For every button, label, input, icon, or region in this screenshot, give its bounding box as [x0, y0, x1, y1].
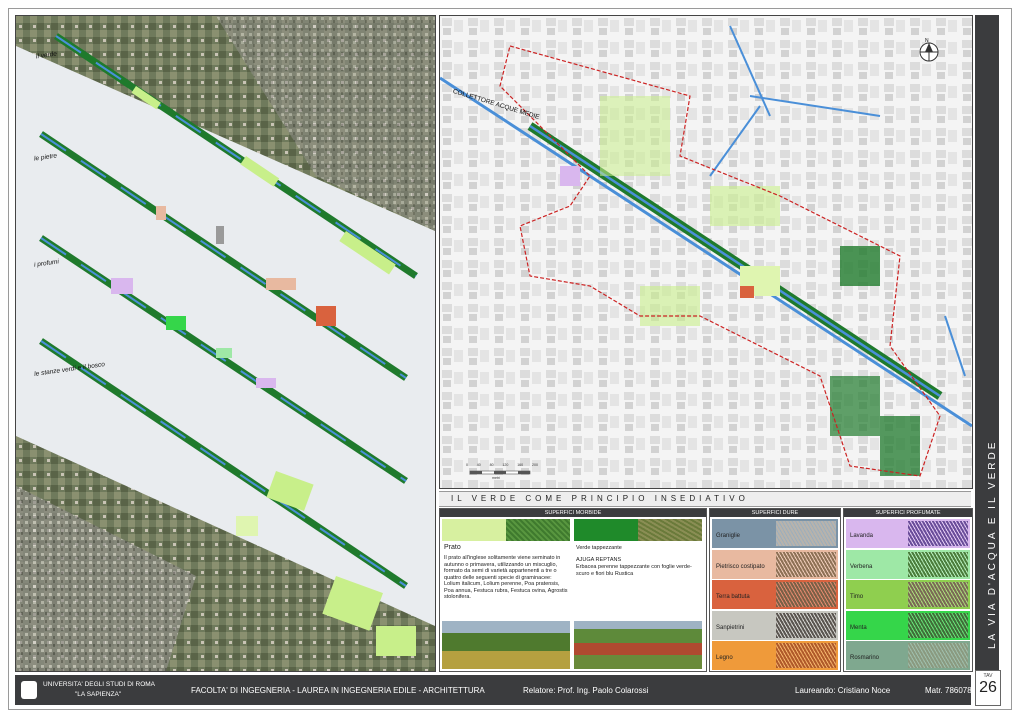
- drawing-sheet: il verde le pietre i profumi le stanze v…: [8, 8, 1012, 710]
- profumata-surface-texture: [908, 582, 968, 607]
- table-number-box: TAV 26: [975, 670, 1001, 706]
- dura-surface-label: Terra battuta: [716, 594, 750, 600]
- aerial-strips-drawing: [16, 16, 435, 671]
- dura-surface-label: Sanpietrini: [716, 624, 745, 631]
- title-block-footer: UNIVERSITA' DEGLI STUDI DI ROMA "LA SAPI…: [15, 675, 972, 705]
- profumata-surface-row: Timo: [846, 580, 970, 609]
- dura-surface-row: Sanpietrini: [712, 610, 838, 640]
- dura-surface-texture: [776, 612, 836, 638]
- prato-color-swatch: [442, 519, 506, 541]
- dura-surface-label: Legno: [716, 655, 733, 661]
- section-title: IL VERDE COME PRINCIPIO INSEDIATIVO: [439, 491, 971, 507]
- master-plan-map: COLLETTORE ACQUE MEDIE N 0 40 80 120 160…: [439, 15, 973, 489]
- profumata-surface-label: Menta: [850, 624, 867, 631]
- superfici-profumate-header: SUPERFICI PROFUMATE: [844, 509, 972, 517]
- superfici-dure-panel: SUPERFICI DURE Graniglie Pietrisco costip…: [709, 508, 841, 672]
- profumata-surface-row: Rosmarino: [846, 641, 970, 670]
- tav-number: 26: [979, 679, 997, 696]
- superfici-profumate-panel: SUPERFICI PROFUMATE Lavanda Verbena Timo Me…: [843, 508, 973, 672]
- laureando: Laureando: Cristiano Noce: [795, 686, 891, 695]
- compass-north-letter: N: [925, 38, 929, 44]
- dura-surface-label: Graniglie: [716, 533, 741, 539]
- strip-profumi: [39, 235, 408, 484]
- dura-surface-row: Pietrisco costipato: [712, 549, 838, 579]
- profumata-surface-row: Lavanda: [846, 519, 970, 548]
- profumata-surface-label: Timo: [850, 594, 864, 600]
- profumata-surface-texture: [908, 551, 968, 577]
- profumata-surface-label: Rosmarino: [850, 655, 880, 661]
- tappezzante-photo: [574, 621, 702, 669]
- tappezzante-texture-swatch: [638, 519, 702, 541]
- superfici-morbide-panel: SUPERFICI MORBIDE Prato Il prato all'ing…: [439, 508, 707, 672]
- prato-title: Prato: [444, 544, 461, 551]
- scale-ticks: 0 40 80 120 160 200: [466, 463, 538, 467]
- tappezzante-text: Erbacea perenne tappezzante con foglie v…: [576, 564, 692, 577]
- profumata-surface-texture: [908, 521, 968, 546]
- scale-unit: metri: [492, 476, 500, 480]
- tappezzante-color-swatch: [574, 519, 638, 541]
- dura-surface-texture: [776, 521, 836, 546]
- profumata-surface-row: Menta: [846, 610, 970, 640]
- tappezzante-title: Verde tappezzante: [576, 545, 622, 551]
- dura-surface-texture: [776, 643, 836, 668]
- university-seal-icon: [21, 681, 37, 699]
- dura-surface-row: Terra battuta: [712, 580, 838, 609]
- prato-texture-swatch: [506, 519, 570, 541]
- master-plan-drawing: [440, 16, 972, 488]
- profumata-surface-texture: [908, 643, 968, 668]
- relatore: Relatore: Prof. Ing. Paolo Colarossi: [523, 686, 649, 695]
- vertical-title: LA VIA D'ACQUA E IL VERDE: [987, 439, 998, 649]
- dura-surface-texture: [776, 551, 836, 577]
- faculty-line: FACOLTA' DI INGEGNERIA - LAUREA IN INGEG…: [191, 686, 485, 695]
- profumata-surface-texture: [908, 612, 968, 638]
- profumata-surface-label: Verbena: [850, 563, 873, 570]
- dura-surface-row: Graniglie: [712, 519, 838, 548]
- prato-photo: [442, 621, 570, 669]
- university-name: UNIVERSITA' DEGLI STUDI DI ROMA: [43, 681, 155, 688]
- superfici-dure-header: SUPERFICI DURE: [710, 509, 840, 517]
- dura-surface-row: Legno: [712, 641, 838, 670]
- dura-surface-label: Pietrisco costipato: [716, 563, 765, 570]
- superfici-morbide-header: SUPERFICI MORBIDE: [440, 509, 706, 517]
- prato-text: Il prato all'inglese solitamente viene s…: [444, 555, 568, 600]
- profumata-surface-row: Verbena: [846, 549, 970, 579]
- matricola: Matr. 786078: [925, 686, 972, 695]
- aerial-strips-panel: il verde le pietre i profumi le stanze v…: [15, 15, 436, 672]
- dura-surface-texture: [776, 582, 836, 607]
- tappezzante-subtitle: AJUGA REPTANS: [576, 557, 622, 563]
- profumata-surface-label: Lavanda: [850, 533, 874, 539]
- university-subname: "LA SAPIENZA": [75, 691, 122, 698]
